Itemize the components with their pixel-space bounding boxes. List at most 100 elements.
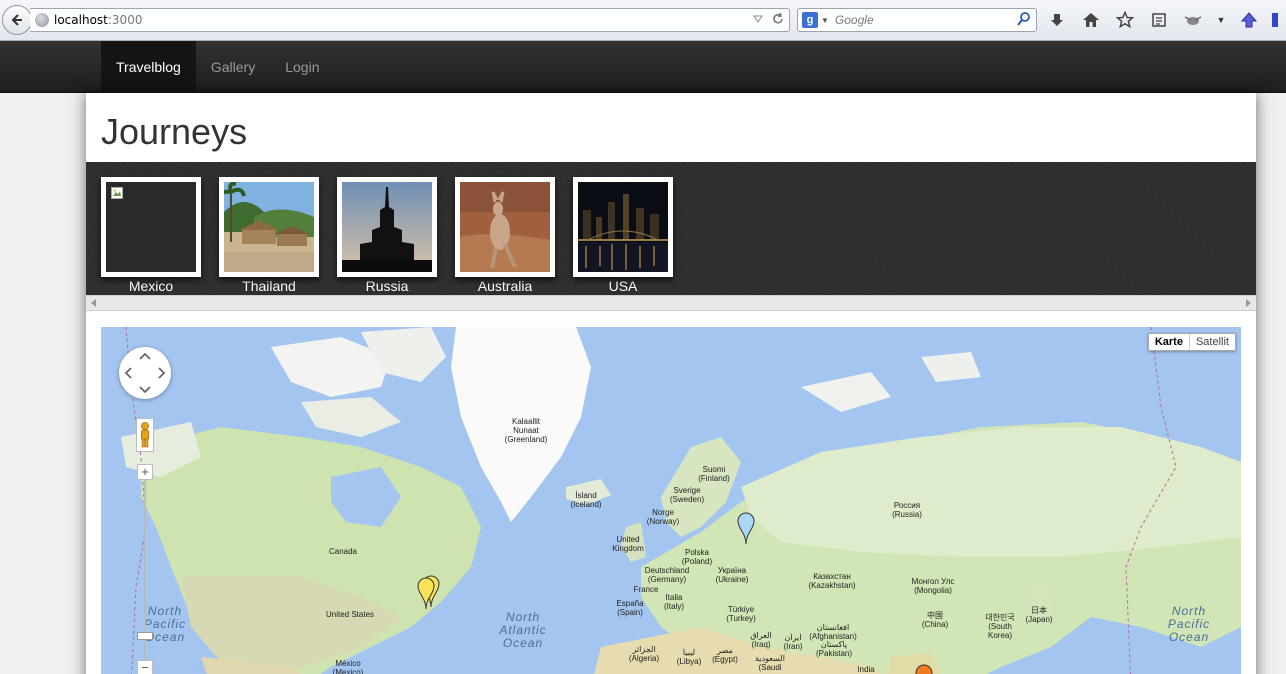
reload-icon[interactable] [771,12,785,26]
map-label-iraq: العراق (Iraq) [750,631,772,649]
main-nav: Travelblog Gallery Login [101,41,334,93]
map-label-france: France [633,585,659,594]
journey-name: USA [608,278,638,294]
map-label-italy: Italia (Italy) [664,593,684,611]
journey-name: Mexico [128,278,174,294]
journey-mexico[interactable]: Mexico [101,177,201,294]
map-marker-russia[interactable] [737,511,755,545]
journey-russia[interactable]: Russia [337,177,437,294]
map-label-canada: Canada [328,547,358,556]
map-label-kazakhstan: Казахстан (Kazakhstan) [808,572,856,590]
map-label-usa: United States [325,610,375,619]
url-bar[interactable]: localhost:3000 [30,8,790,32]
map-label-libya: ليبيا (Libya) [676,648,702,666]
globe-icon [35,13,49,27]
pegman-icon [141,422,149,448]
journey-name: Thailand [242,278,296,294]
journeys-scrollbar[interactable] [86,295,1256,311]
journey-usa[interactable]: USA [573,177,673,294]
google-logo-icon[interactable]: g [802,12,818,28]
journey-thumb[interactable] [337,177,437,277]
journey-thumb[interactable] [219,177,319,277]
beach-huts-photo [224,182,314,272]
nav-item-login[interactable]: Login [270,41,334,93]
journey-thumb[interactable] [455,177,555,277]
journey-name: Russia [365,278,409,294]
map-label-finland: Suomi (Finland) [698,465,730,483]
map-label-mongolia: Монгол Улс (Mongolia) [911,577,955,595]
journeys-strip: Mexico Thailand Russia Australia USA [86,162,1256,295]
world-map[interactable]: Kalaallit Nunaat (Greenland) Suomi (Finland… [101,327,1241,674]
map-label-greenland: Kalaallit Nunaat (Greenland) [504,417,548,444]
back-arrow-icon [11,14,22,26]
map-label-saudi-arabia: السعودية (Saudi [755,654,785,672]
reader-list-icon[interactable] [1148,9,1170,31]
night-skyline-photo [578,182,668,272]
journey-australia[interactable]: Australia [455,177,555,294]
map-label-iran: ایران (Iran) [783,633,803,651]
journey-thailand[interactable]: Thailand [219,177,319,294]
nav-item-travelblog[interactable]: Travelblog [101,41,196,93]
map-type-control: Karte Satellit [1147,333,1236,351]
top-navbar: Travelblog Gallery Login [0,41,1286,93]
map-label-spain: España (Spain) [616,599,644,617]
map-label-mexico: México (Mexico) [332,659,364,674]
page-container: Journeys Mexico Thailand Russia Australi… [86,93,1256,674]
home-icon[interactable] [1080,9,1102,31]
map-label-japan: 日本 (Japan) [1025,606,1053,624]
search-icon[interactable] [1016,11,1032,27]
map-pan-control[interactable] [119,347,171,399]
ocean-label-pacific-east: North Pacific Ocean [1167,604,1211,644]
map-label-china: 中国 (China) [921,611,949,629]
download-icon[interactable] [1046,9,1068,31]
map-label-india: India [857,665,875,674]
map-label-ukraine: Україна (Ukraine) [715,566,749,584]
journey-thumb[interactable] [101,177,201,277]
dropdown-triangle-icon[interactable] [753,15,763,23]
street-view-pegman[interactable] [136,418,154,452]
tower-silhouette-photo [342,182,432,272]
url-text: localhost:3000 [54,13,143,27]
map-marker-thailand[interactable] [915,663,933,674]
addon-bug-icon[interactable] [1182,9,1204,31]
map-label-south-korea: 대한민국 (South Korea) [985,613,1015,640]
map-label-afghanistan: افغانستان (Afghanistan) [809,623,857,641]
ocean-label-atlantic: North Atlantic Ocean [499,610,547,650]
map-label-germany: Deutschland (Germany) [644,566,690,584]
back-button[interactable] [2,5,32,35]
map-label-iceland: Ísland (Iceland) [570,491,602,509]
kangaroo-photo [460,182,550,272]
map-label-sweden: Sverige (Sweden) [669,486,705,504]
broken-image-icon [111,187,123,199]
scroll-left-icon[interactable] [91,299,96,307]
caret-down-icon[interactable]: ▼ [821,16,829,25]
search-bar[interactable]: g ▼ Google [797,8,1037,32]
bookmark-star-icon[interactable] [1114,9,1136,31]
extension-icon[interactable] [1272,9,1278,31]
map-marker-usa-2[interactable] [417,576,435,610]
pan-arrows-icon [124,352,166,394]
map-label-turkey: Türkiye (Turkey) [726,605,756,623]
map-label-egypt: مصر (Egypt) [712,646,738,664]
zoom-slider-track[interactable] [144,480,146,674]
browser-chrome: localhost:3000 g ▼ Google ▼ [0,0,1286,41]
journey-name: Australia [477,278,533,294]
map-label-poland: Polska (Poland) [681,548,713,566]
scroll-right-icon[interactable] [1246,299,1251,307]
map-label-uk: United Kingdom [612,535,644,553]
map-label-pakistan: پاکستان (Pakistan) [815,640,853,658]
menu-caret-icon[interactable]: ▼ [1216,9,1226,31]
zoom-in-button[interactable]: + [137,464,153,480]
zoom-out-button[interactable]: − [137,660,153,674]
nav-item-gallery[interactable]: Gallery [196,41,270,93]
map-label-russia: Россия (Russia) [892,501,922,519]
upload-arrow-icon[interactable] [1238,9,1260,31]
journey-thumb[interactable] [573,177,673,277]
search-placeholder: Google [834,13,874,27]
page-title: Journeys [101,111,248,152]
map-label-algeria: الجزائر (Algeria) [628,645,660,663]
map-type-satellite-button[interactable]: Satellit [1190,334,1235,350]
map-type-karte-button[interactable]: Karte [1149,334,1190,350]
map-label-norway: Norge (Norway) [646,508,680,526]
zoom-slider-thumb[interactable] [137,632,153,640]
